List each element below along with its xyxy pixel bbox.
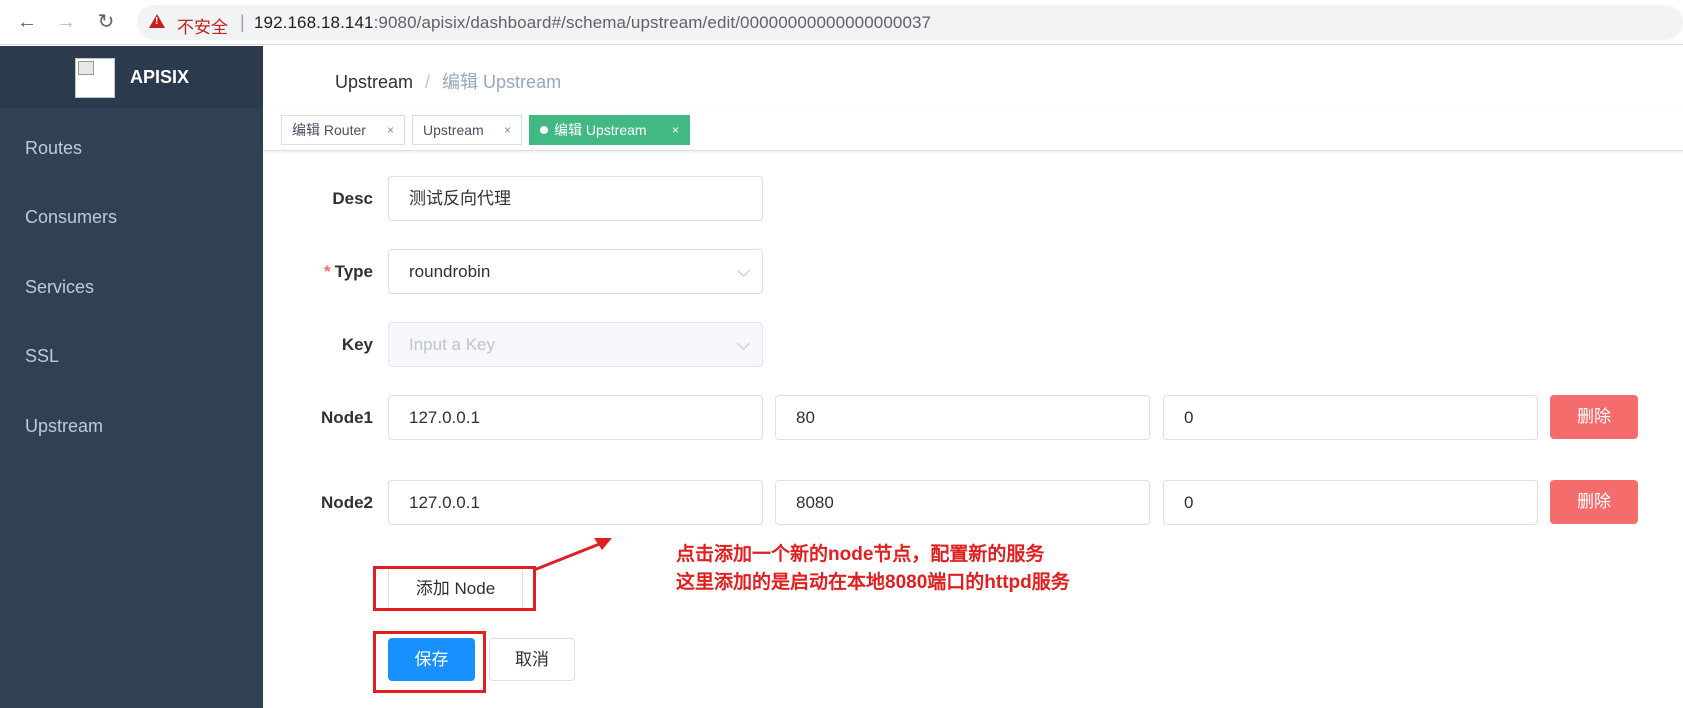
node2-host-input[interactable]: 127.0.0.1 [388,480,763,525]
annotation-line-2: 这里添加的是启动在本地8080端口的httpd服务 [676,572,1070,593]
sidebar: APISIX Routes Consumers Services SSL Ups… [0,46,263,708]
type-label: * Type [323,262,373,281]
highlight-box-save [373,631,486,693]
back-arrow-icon[interactable]: ← [14,9,40,35]
close-icon[interactable]: × [672,116,679,144]
tag-edit-upstream[interactable]: 编辑 Upstream × [529,115,690,145]
sidebar-item-routes[interactable]: Routes [25,138,82,159]
breadcrumb-current: 编辑 Upstream [442,72,562,92]
tags-view-bar: 编辑 Router × Upstream × 编辑 Upstream × [263,108,1683,151]
node2-delete-button[interactable]: 删除 [1550,480,1638,524]
node2-weight-input[interactable]: 0 [1163,480,1538,525]
type-select[interactable]: roundrobin [388,249,763,294]
sidebar-item-ssl[interactable]: SSL [25,346,59,367]
tag-upstream[interactable]: Upstream × [412,115,522,145]
chevron-down-icon [737,337,750,350]
address-bar[interactable]: 不安全 | 192.168.18.141:9080/apisix/dashboa… [137,5,1683,40]
breadcrumb: Upstream / 编辑 Upstream [335,68,561,94]
address-separator: | [240,12,245,32]
forward-arrow-icon[interactable]: → [53,9,79,35]
annotation-arrow-icon [533,538,612,572]
desc-input[interactable]: 测试反向代理 [388,176,763,221]
warning-icon [149,14,165,28]
node1-host-input[interactable]: 127.0.0.1 [388,395,763,440]
node1-port-input[interactable]: 80 [775,395,1150,440]
key-select[interactable]: Input a Key [388,322,763,367]
chevron-down-icon [737,264,750,277]
close-icon[interactable]: × [387,116,394,144]
required-asterisk: * [323,262,331,281]
desc-label: Desc [332,189,373,208]
node1-delete-button[interactable]: 删除 [1550,395,1638,439]
breadcrumb-separator: / [425,72,431,92]
node1-label: Node1 [321,408,373,427]
breadcrumb-parent[interactable]: Upstream [335,72,413,92]
node1-weight-input[interactable]: 0 [1163,395,1538,440]
browser-toolbar: ← → ↻ 不安全 | 192.168.18.141:9080/apisix/d… [0,0,1683,45]
key-label: Key [341,335,373,354]
url-text[interactable]: 192.168.18.141:9080/apisix/dashboard#/sc… [254,13,931,33]
sidebar-item-consumers[interactable]: Consumers [25,207,117,228]
annotation-line-1: 点击添加一个新的node节点，配置新的服务 [676,544,1045,565]
reload-icon[interactable]: ↻ [93,9,119,35]
sidebar-header: APISIX [0,46,263,108]
tag-edit-router[interactable]: 编辑 Router × [281,115,405,145]
insecure-label: 不安全 [177,18,228,37]
close-icon[interactable]: × [504,116,511,144]
node2-label: Node2 [321,493,373,512]
highlight-box-add-node [373,566,536,611]
sidebar-item-upstream[interactable]: Upstream [25,416,103,437]
cancel-button[interactable]: 取消 [489,638,575,681]
broken-logo-image-icon [75,58,115,98]
active-dot-icon [540,126,548,134]
app-title: APISIX [130,67,190,87]
sidebar-item-services[interactable]: Services [25,277,94,298]
node2-port-input[interactable]: 8080 [775,480,1150,525]
